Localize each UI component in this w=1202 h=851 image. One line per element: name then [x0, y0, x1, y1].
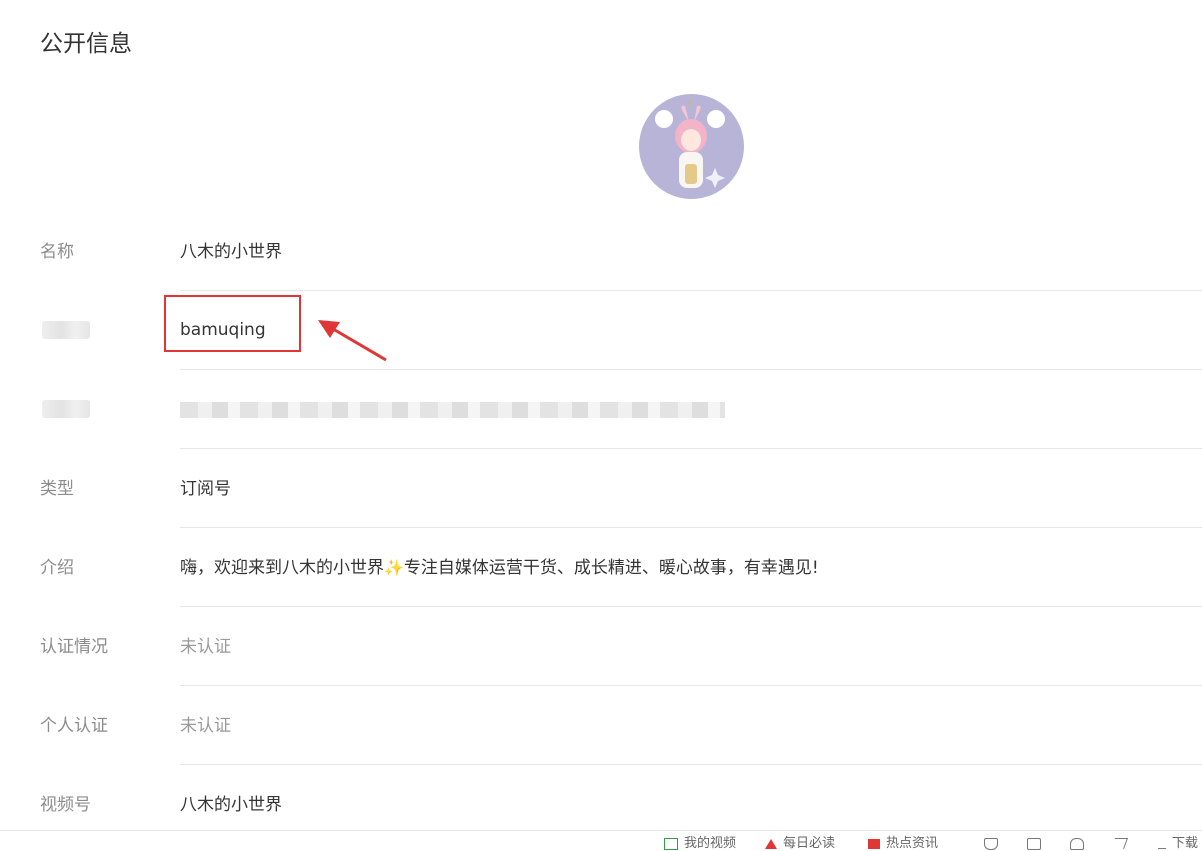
- footer-share[interactable]: [1110, 837, 1132, 851]
- intro-text-end: 专注自媒体运营干货、成长精进、暖心故事，有幸遇见!: [403, 558, 819, 578]
- info-row-intro: 介绍 嗨，欢迎来到八木的小世界✨专注自媒体运营干货、成长精进、暖心故事，有幸遇见…: [0, 528, 1202, 607]
- type-label: 类型: [40, 479, 74, 499]
- sparkle-icon: ✨: [384, 558, 404, 577]
- chat-icon: [1027, 837, 1041, 850]
- fire-icon: [765, 838, 777, 849]
- personal-verification-value: 未认证: [180, 716, 231, 736]
- footer-label: 每日必读: [783, 836, 836, 851]
- info-row-verification: 认证情况 未认证: [0, 607, 1202, 686]
- footer-download[interactable]: 下载: [1158, 837, 1198, 851]
- footer-hot-news[interactable]: 热点资讯: [868, 837, 938, 851]
- redacted-label: [42, 321, 90, 339]
- section-title: 公开信息: [40, 31, 132, 57]
- channels-label: 视频号: [40, 795, 91, 815]
- shield-icon: [984, 837, 998, 850]
- intro-value: 嗨，欢迎来到八木的小世界✨专注自媒体运营干货、成长精进、暖心故事，有幸遇见!: [180, 556, 819, 580]
- footer-daily-read[interactable]: 每日必读: [765, 837, 835, 851]
- verification-label: 认证情况: [40, 637, 108, 657]
- info-row-personal-verification: 个人认证 未认证: [0, 686, 1202, 765]
- news-icon: [868, 838, 880, 849]
- name-value: 八木的小世界: [180, 242, 282, 262]
- type-value: 订阅号: [180, 479, 231, 499]
- footer-label: 我的视频: [684, 836, 737, 851]
- info-row-type: 类型 订阅号: [0, 449, 1202, 528]
- info-row-redacted: [0, 370, 1202, 449]
- info-row-channels: 视频号 八木的小世界: [0, 765, 1202, 830]
- footer-chat[interactable]: [1027, 837, 1047, 851]
- footer-label: 下载: [1172, 836, 1199, 851]
- footer-label: 热点资讯: [886, 836, 939, 851]
- footer-shield[interactable]: [984, 837, 1004, 851]
- intro-label: 介绍: [40, 558, 74, 578]
- footer-heart[interactable]: [1070, 837, 1090, 851]
- channels-value: 八木的小世界: [180, 795, 282, 815]
- info-row-name: 名称 八木的小世界: [0, 212, 1202, 291]
- redacted-label: [42, 400, 90, 418]
- verification-value: 未认证: [180, 637, 231, 657]
- download-icon: [1158, 838, 1166, 849]
- bottom-toolbar: 我的视频 每日必读 热点资讯 下载: [0, 830, 1202, 851]
- name-label: 名称: [40, 242, 74, 262]
- avatar-illustration: [655, 100, 725, 188]
- footer-my-video[interactable]: 我的视频: [664, 837, 736, 851]
- personal-verification-label: 个人认证: [40, 716, 108, 736]
- intro-text-start: 嗨，欢迎来到八木的小世界: [180, 558, 384, 578]
- video-icon: [664, 837, 678, 850]
- highlight-box: [164, 295, 301, 352]
- heart-icon: [1070, 837, 1084, 850]
- share-icon: [1110, 838, 1129, 849]
- redacted-value: [180, 402, 725, 418]
- avatar[interactable]: [639, 94, 744, 199]
- annotation-arrow-icon: [318, 320, 387, 362]
